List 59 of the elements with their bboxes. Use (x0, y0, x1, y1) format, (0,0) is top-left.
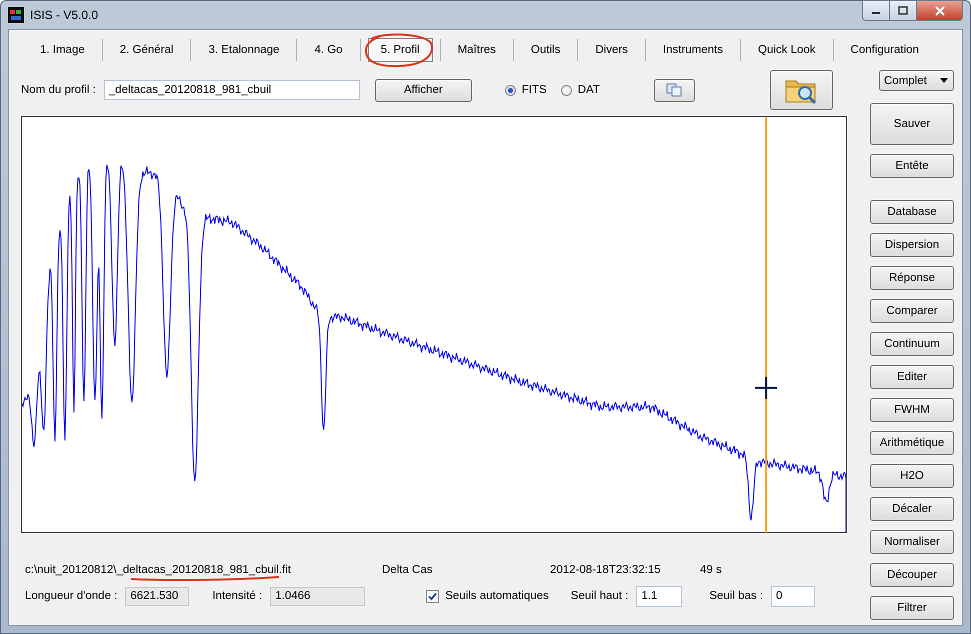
side-button[interactable]: Filtrer (870, 596, 954, 620)
side-button[interactable]: H2O (870, 464, 954, 488)
tab[interactable]: Configuration (840, 39, 929, 61)
check-icon (427, 590, 438, 602)
tab[interactable]: 3. Etalonnage (198, 39, 290, 61)
side-button[interactable]: Sauver (870, 103, 954, 145)
file-path: c:\nuit_20120812\_deltacas_20120818_981_cbuil.fit (25, 564, 292, 576)
side-button[interactable]: Editer (870, 365, 954, 389)
window-title: ISIS - V5.0.0 (30, 8, 98, 22)
side-button[interactable]: Normaliser (870, 530, 954, 554)
side-button[interactable]: Continuum (870, 332, 954, 356)
side-button[interactable]: Réponse (870, 266, 954, 290)
side-button[interactable]: Décaler (870, 497, 954, 521)
radio-button[interactable]: DAT (560, 84, 600, 96)
app-icon (8, 7, 24, 23)
readout-label: Intensité : (212, 590, 262, 602)
tab[interactable]: Maîtres (448, 39, 506, 61)
side-button[interactable]: Découper (870, 563, 954, 587)
side-button[interactable]: Entête (870, 154, 954, 178)
crosshair-icon (754, 376, 778, 400)
field-label: Nom du profil : (21, 84, 96, 96)
date-time: 2012-08-18T23:32:15 (550, 564, 662, 576)
mode-dropdown[interactable]: Complet (879, 70, 954, 91)
display-button[interactable]: Afficher (374, 78, 472, 102)
copy-icon (666, 83, 682, 97)
tab[interactable]: 5. Profil (368, 38, 433, 62)
readout-value: 6621.530 (125, 586, 190, 606)
threshold-field[interactable]: 0 (771, 586, 816, 606)
copy-button[interactable] (654, 78, 695, 102)
close-button[interactable] (917, 0, 963, 21)
auto-threshold-checkbox[interactable]: Seuils automatiques (426, 590, 549, 602)
object-name: Delta Cas (382, 564, 434, 576)
side-button[interactable]: Comparer (870, 299, 954, 323)
profile-name-field[interactable]: _deltacas_20120818_981_cbuil (104, 80, 360, 100)
folder-search-icon (786, 80, 816, 104)
tab[interactable]: Quick Look (748, 39, 826, 61)
tab[interactable]: 4. Go (304, 39, 353, 61)
minimize-button[interactable] (862, 0, 890, 21)
readout-value: 1.0466 (270, 586, 366, 606)
tab[interactable]: Outils (520, 39, 570, 61)
maximize-icon[interactable] (898, 6, 908, 15)
tab[interactable]: Divers (585, 39, 638, 61)
threshold-field[interactable]: 1.1 (636, 586, 682, 606)
close-icon[interactable] (934, 6, 946, 16)
side-button[interactable]: Database (870, 200, 954, 224)
exposure-time: 49 s (700, 564, 723, 576)
readout-label: Longueur d'onde : (25, 590, 118, 602)
tab[interactable]: 2. Général (110, 39, 184, 61)
tab[interactable]: Instruments (652, 39, 733, 61)
side-button[interactable]: FWHM (870, 398, 954, 422)
threshold-label: Seuil haut : (570, 590, 628, 602)
maximize-button[interactable] (890, 0, 917, 21)
radio-button[interactable]: FITS (504, 84, 547, 96)
side-button[interactable]: Dispersion (870, 233, 954, 257)
threshold-label: Seuil bas : (709, 590, 764, 602)
caret-icon (940, 78, 948, 83)
tab[interactable]: 1. Image (30, 39, 95, 61)
side-button[interactable]: Arithmétique (870, 431, 954, 455)
open-folder-button[interactable] (770, 70, 833, 110)
